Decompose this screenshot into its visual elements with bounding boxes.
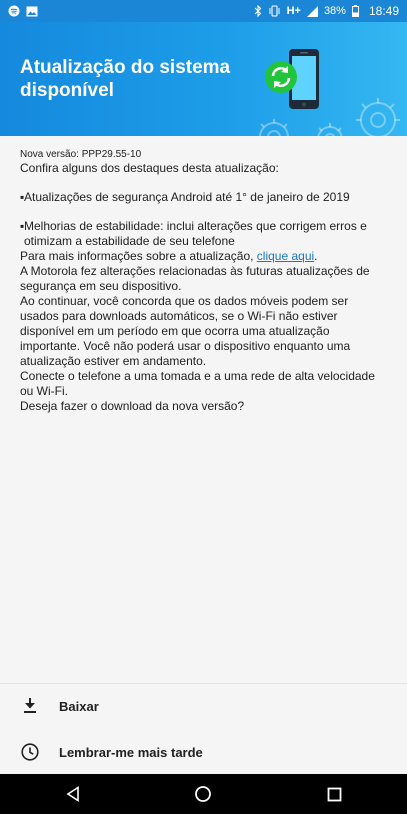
version-label: Nova versão: PPP29.55-10 (20, 149, 142, 160)
sync-icon (265, 61, 297, 93)
page-title: Atualização do sistema disponível (20, 57, 231, 101)
battery-percent: 38% (323, 5, 346, 17)
battery-icon (351, 5, 359, 17)
spotify-icon (8, 5, 20, 17)
navigation-bar (0, 774, 407, 814)
download-button[interactable]: Baixar (0, 684, 407, 728)
bullet-security: Atualizações de segurança Android até 1°… (24, 190, 350, 204)
header-illustration (248, 36, 407, 136)
vibrate-icon (268, 5, 281, 17)
data-usage-notice: Ao continuar, você concorda que os dados… (20, 294, 351, 368)
signal-icon (306, 5, 318, 17)
update-header: Atualização do sistema disponível (0, 22, 407, 136)
clock-icon (20, 742, 40, 762)
update-details: Nova versão: PPP29.55-10 Confira alguns … (20, 148, 386, 414)
more-info-suffix: . (314, 249, 318, 263)
motorola-notice: A Motorola fez alterações relacionadas à… (20, 264, 370, 293)
recents-button[interactable] (322, 782, 346, 806)
remind-later-label: Lembrar-me mais tarde (59, 744, 203, 760)
gear-icon (256, 98, 400, 136)
bluetooth-icon (254, 5, 262, 17)
home-button[interactable] (191, 782, 215, 806)
status-time: 18:49 (368, 4, 399, 18)
network-type-label: H+ (286, 5, 301, 17)
download-question: Deseja fazer o download da nova versão? (20, 399, 245, 413)
back-button[interactable] (61, 782, 85, 806)
remind-later-button[interactable]: Lembrar-me mais tarde (0, 730, 407, 774)
list-item: ▪ Atualizações de segurança Android até … (20, 190, 386, 205)
back-icon (66, 786, 79, 802)
click-here-link[interactable]: clique aqui (257, 249, 314, 263)
download-icon (20, 696, 40, 716)
home-icon (195, 786, 211, 802)
download-label: Baixar (59, 698, 99, 714)
list-item: ▪ Melhorias de estabilidade: inclui alte… (20, 219, 386, 249)
bullet-stability: Melhorias de estabilidade: inclui altera… (24, 219, 367, 248)
highlights-intro: Confira alguns dos destaques desta atual… (20, 161, 279, 175)
more-info-line: Para mais informações sobre a atualizaçã… (20, 249, 386, 264)
image-icon (26, 6, 38, 17)
more-info-text: Para mais informações sobre a atualizaçã… (20, 249, 257, 263)
recents-icon (327, 787, 341, 801)
status-bar: H+ 38% 18:49 (0, 0, 407, 22)
power-notice: Conecte o telefone a uma tomada e a uma … (20, 369, 375, 398)
